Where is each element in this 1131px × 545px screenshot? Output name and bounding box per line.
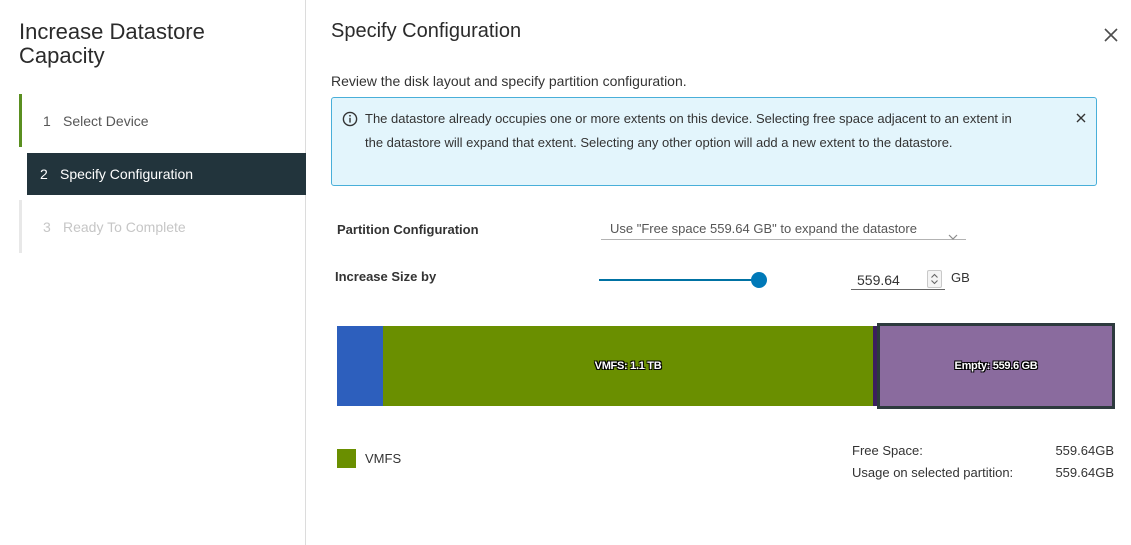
free-space-value: 559.64GB [1055, 443, 1114, 458]
alert-text: The datastore already occupies one or mo… [365, 111, 1012, 150]
step-label: Specify Configuration [60, 166, 194, 182]
slider-thumb[interactable] [751, 272, 767, 288]
main-panel: Specify Configuration Review the disk la… [331, 0, 1121, 545]
wizard-sidebar: Increase Datastore Capacity 1 Select Dev… [0, 0, 306, 545]
partition-configuration-label: Partition Configuration [337, 222, 479, 237]
step-specify-configuration[interactable]: 2 Specify Configuration [27, 153, 306, 195]
alert-close-icon[interactable] [1075, 111, 1087, 123]
usage-value: 559.64GB [1055, 465, 1114, 480]
step-ready-to-complete: 3 Ready To Complete [19, 200, 306, 253]
step-label: Select Device [63, 112, 149, 129]
step-label: Ready To Complete [63, 218, 186, 235]
free-space-label: Free Space: [852, 443, 923, 458]
spinner-icon[interactable] [927, 270, 942, 288]
partition-configuration-value: Use "Free space 559.64 GB" to expand the… [610, 221, 917, 236]
info-icon [342, 111, 358, 127]
increase-size-unit: GB [951, 270, 970, 285]
disk-segment-vmfs: VMFS: 1.1 TB [383, 326, 873, 406]
increase-size-label: Increase Size by [335, 269, 437, 284]
step-number: 1 [43, 112, 51, 129]
disk-segment-other [337, 326, 383, 406]
step-select-device[interactable]: 1 Select Device [19, 94, 306, 147]
disk-segment-vmfs-label: VMFS: 1.1 TB [594, 360, 662, 372]
legend-label-vmfs: VMFS [365, 451, 402, 466]
page-subtitle: Review the disk layout and specify parti… [331, 73, 687, 89]
step-number: 3 [43, 218, 51, 235]
info-alert: The datastore already occupies one or mo… [331, 97, 1097, 186]
wizard-title: Increase Datastore Capacity [19, 19, 205, 68]
legend-swatch-vmfs [337, 449, 356, 468]
disk-segment-empty-label: Empty: 559.6 GB [954, 360, 1038, 372]
usage-label: Usage on selected partition: [852, 465, 1014, 480]
step-number: 2 [40, 166, 48, 182]
partition-configuration-select[interactable]: Use "Free space 559.64 GB" to expand the… [601, 216, 966, 240]
close-icon[interactable] [1102, 26, 1120, 44]
increase-size-slider[interactable] [599, 270, 771, 290]
wizard-steps: 1 Select Device 2 Specify Configuration … [19, 94, 306, 253]
page-title: Specify Configuration [331, 20, 522, 42]
disk-layout-bar: VMFS: 1.1 TB Empty: 559.6 GB [337, 323, 1115, 409]
slider-fill [599, 279, 759, 281]
disk-segment-empty[interactable]: Empty: 559.6 GB [877, 323, 1115, 409]
chevron-down-icon [948, 224, 958, 240]
